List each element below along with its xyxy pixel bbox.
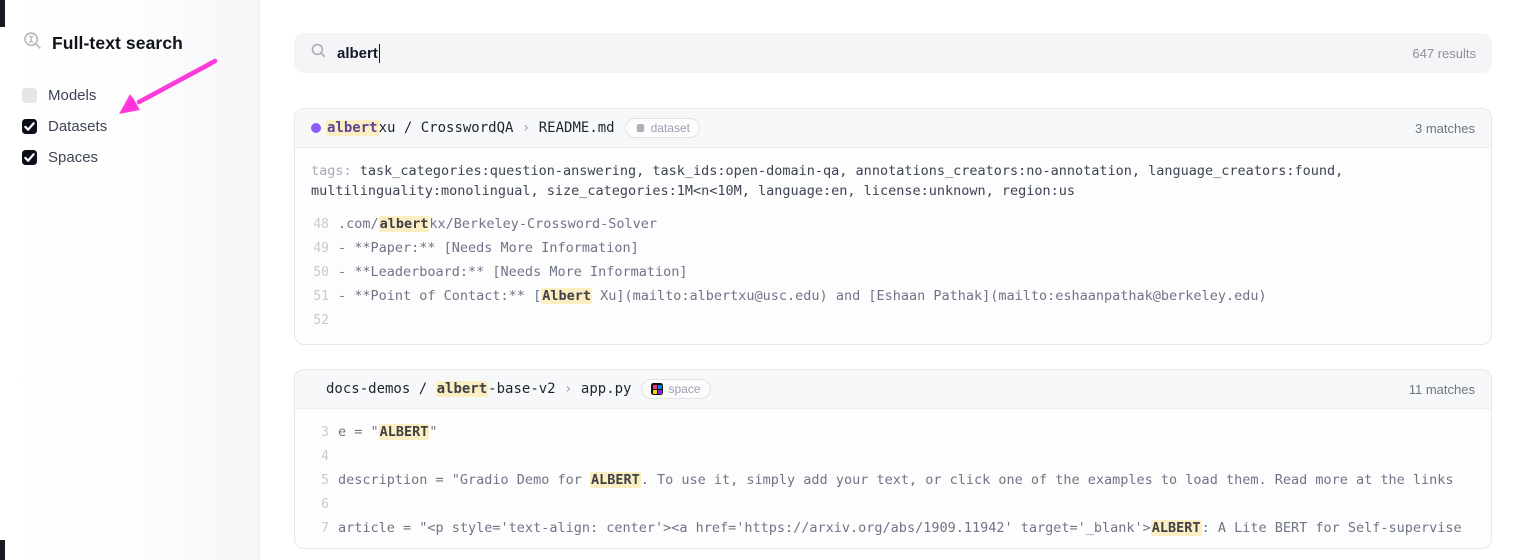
line-content: description = "Gradio Demo for ALBERT. T… (338, 472, 1491, 488)
space-badge: space (641, 379, 710, 399)
line-content: article = "<p style='text-align: center'… (338, 520, 1491, 536)
library-filters: Models Datasets Spaces (22, 87, 259, 166)
line-number: 5 (311, 473, 329, 488)
code-line: 5 description = "Gradio Demo for ALBERT.… (311, 468, 1491, 492)
models-checkbox[interactable] (22, 88, 37, 103)
page-title-label: Full-text search (52, 33, 183, 54)
code-line: 51 - **Point of Contact:** [Albert Xu](m… (311, 284, 1491, 308)
code-line: 6 (311, 492, 1491, 516)
result-header[interactable]: albertxu / CrosswordQA › README.md datas… (295, 109, 1491, 148)
check-icon (24, 152, 35, 163)
results-count: 647 results (1412, 46, 1476, 61)
result-header[interactable]: docs-demos / albert-base-v2 › app.py spa… (295, 370, 1491, 409)
filter-datasets-label: Datasets (48, 118, 107, 135)
line-content: - **Leaderboard:** [Needs More Informati… (338, 264, 1491, 280)
code-preview: 48 .com/albertkx/Berkeley-Crossword-Solv… (311, 212, 1491, 332)
line-content: e = "ALBERT" (338, 424, 1491, 440)
code-line: 50 - **Leaderboard:** [Needs More Inform… (311, 260, 1491, 284)
badge-label: space (668, 382, 700, 396)
badge-label: dataset (651, 121, 690, 135)
datasets-checkbox[interactable] (22, 119, 37, 134)
line-number: 52 (311, 313, 329, 328)
line-number: 51 (311, 289, 329, 304)
search-input[interactable]: albert (337, 45, 378, 62)
code-line: 48 .com/albertkx/Berkeley-Crossword-Solv… (311, 212, 1491, 236)
filter-models[interactable]: Models (22, 87, 259, 104)
line-number: 3 (311, 425, 329, 440)
spaces-checkbox[interactable] (22, 150, 37, 165)
line-content: - **Paper:** [Needs More Information] (338, 240, 1491, 256)
line-content: .com/albertkx/Berkeley-Crossword-Solver (338, 216, 1491, 232)
line-number: 50 (311, 265, 329, 280)
match-count: 3 matches (1415, 121, 1475, 136)
filter-models-label: Models (48, 87, 96, 104)
filter-spaces-label: Spaces (48, 149, 98, 166)
tags-text: task_categories:question-answering, task… (311, 163, 1343, 199)
filter-datasets[interactable]: Datasets (22, 118, 259, 135)
repo-path[interactable]: albertxu / CrosswordQA › README.md (326, 120, 615, 136)
code-line: 4 (311, 444, 1491, 468)
result-card-dataset: albertxu / CrosswordQA › README.md datas… (294, 108, 1492, 345)
line-number: 48 (311, 217, 329, 232)
search-results-panel: albert 647 results albertxu / CrosswordQ… (294, 0, 1492, 549)
line-content: - **Point of Contact:** [Albert Xu](mail… (338, 288, 1491, 304)
tags-line: tags: task_categories:question-answering… (311, 161, 1475, 201)
search-bar[interactable]: albert 647 results (294, 33, 1492, 73)
dataset-badge: dataset (625, 118, 700, 138)
tags-label: tags: (311, 163, 352, 179)
line-number: 49 (311, 241, 329, 256)
line-number: 7 (311, 521, 329, 536)
repo-path[interactable]: docs-demos / albert-base-v2 › app.py (326, 381, 631, 397)
text-caret (379, 44, 381, 63)
line-number: 6 (311, 497, 329, 512)
search-icon (310, 42, 327, 64)
check-icon (24, 121, 35, 132)
code-line: 49 - **Paper:** [Needs More Information] (311, 236, 1491, 260)
line-number: 4 (311, 449, 329, 464)
code-line: 52 (311, 308, 1491, 332)
window-edge-artifact-bottom (0, 540, 5, 560)
database-icon (635, 123, 646, 134)
window-edge-artifact-top (0, 0, 5, 27)
code-preview: 3 e = "ALBERT" 4 5 description = "Gradio… (311, 420, 1491, 540)
filter-sidebar: Full-text search Models Datasets Spaces (0, 0, 260, 560)
result-card-space: docs-demos / albert-base-v2 › app.py spa… (294, 369, 1492, 549)
match-count: 11 matches (1409, 382, 1475, 397)
space-grid-icon (651, 383, 663, 395)
repo-color-dot (311, 123, 321, 133)
code-line: 3 e = "ALBERT" (311, 420, 1491, 444)
text-search-icon (22, 30, 43, 56)
code-line: 7 article = "<p style='text-align: cente… (311, 516, 1491, 540)
page-title: Full-text search (22, 30, 259, 56)
filter-spaces[interactable]: Spaces (22, 149, 259, 166)
